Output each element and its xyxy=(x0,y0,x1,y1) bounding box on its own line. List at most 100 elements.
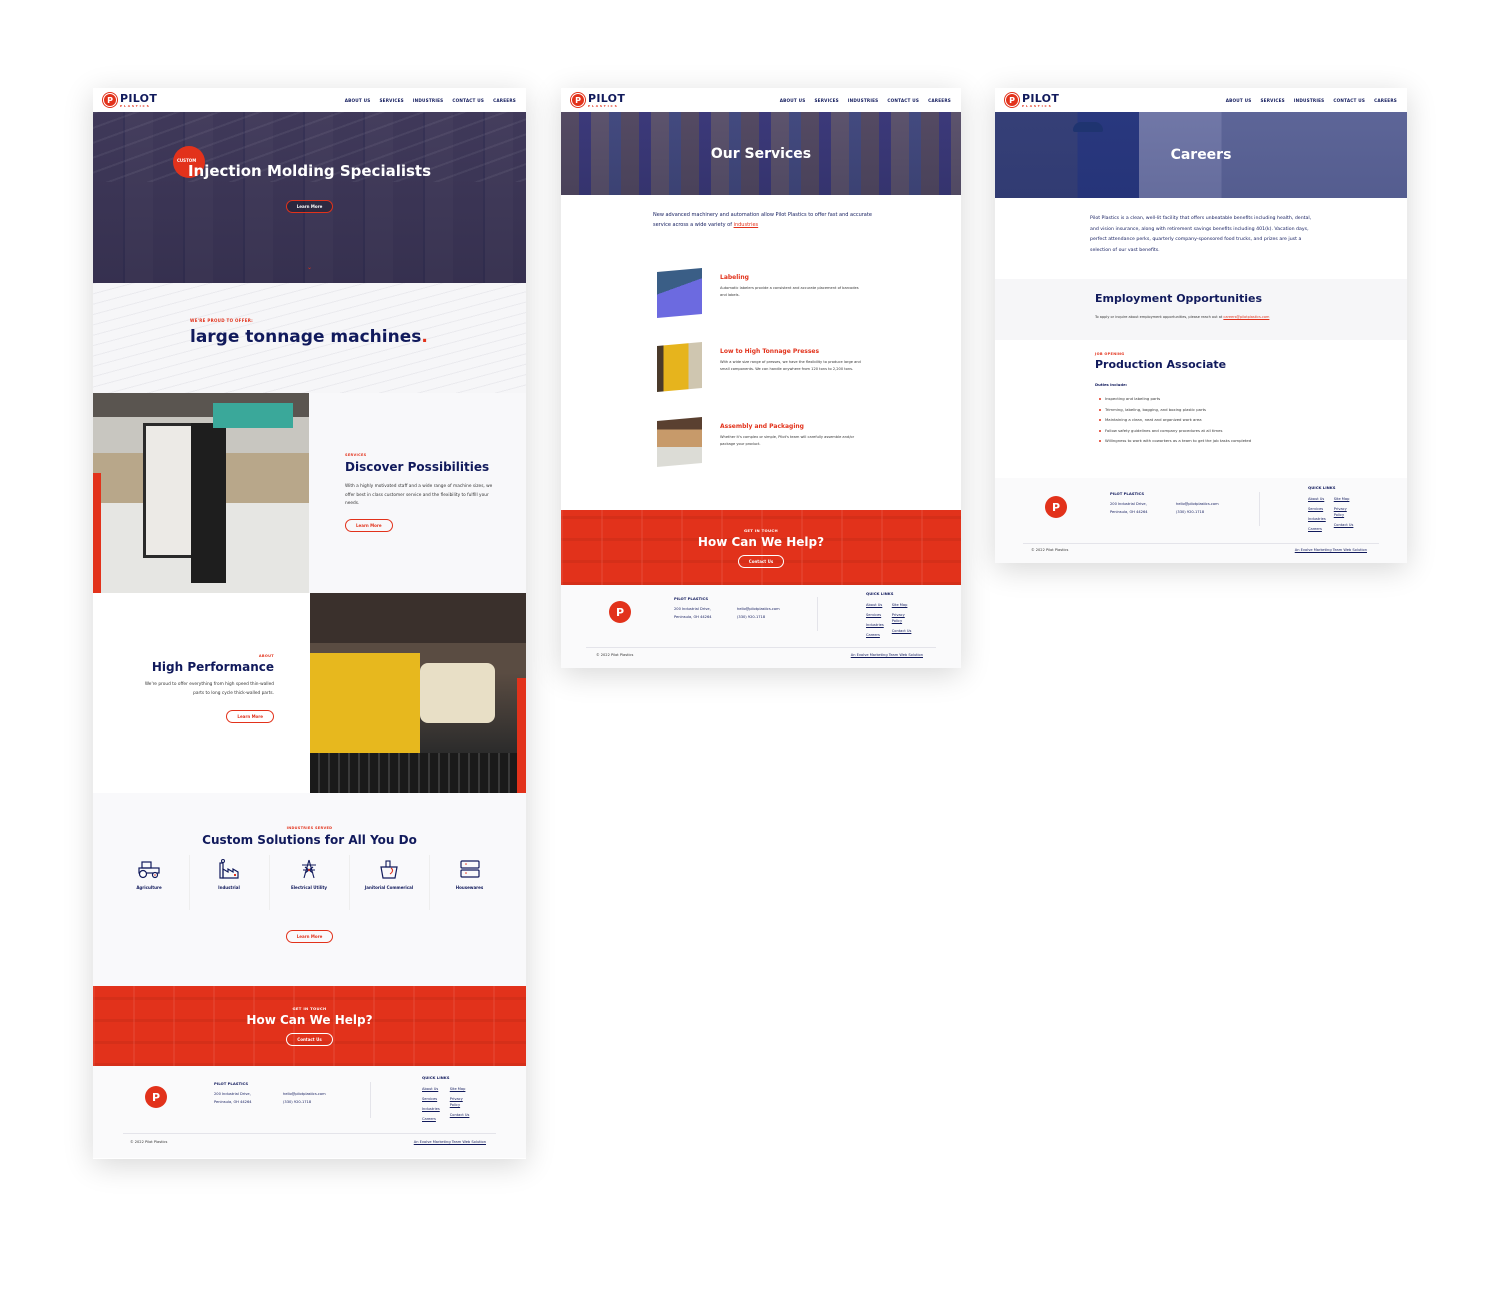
nav-about-us[interactable]: ABOUT US xyxy=(345,98,371,103)
logo-wordmark: PILOT xyxy=(588,91,626,105)
footer-link-privacy[interactable]: Privacy Policy xyxy=(892,612,914,624)
footer-link-sitemap[interactable]: Site Map xyxy=(450,1084,472,1094)
nav-industries[interactable]: INDUSTRIES xyxy=(413,98,443,103)
hero-title: Injection Molding Specialists xyxy=(187,162,432,180)
site-header: P PILOT PLASTICS ABOUT US SERVICES INDUS… xyxy=(93,88,526,112)
footer-email[interactable]: hello@pilotplastics.com xyxy=(283,1090,326,1098)
footer-email[interactable]: hello@pilotplastics.com xyxy=(1176,500,1219,508)
industries-learn-more-button[interactable]: Learn More xyxy=(285,930,334,943)
footer-link-careers[interactable]: Careers xyxy=(1308,524,1326,534)
industries-section: INDUSTRIES SERVED Custom Solutions for A… xyxy=(93,793,526,986)
nav-services[interactable]: SERVICES xyxy=(814,98,838,103)
footer-address-line1: 200 Industrial Drive, xyxy=(1110,502,1147,506)
logo[interactable]: P PILOT PLASTICS xyxy=(1005,93,1059,108)
nav-contact-us[interactable]: CONTACT US xyxy=(452,98,484,103)
nav-services[interactable]: SERVICES xyxy=(379,98,403,103)
footer-rule xyxy=(1023,543,1379,544)
quick-links-title: QUICK LINKS xyxy=(866,591,894,596)
nav-careers[interactable]: CAREERS xyxy=(493,98,516,103)
industries-link[interactable]: industries xyxy=(734,222,759,228)
employment-title: Employment Opportunities xyxy=(1095,292,1262,305)
footer-link-industries[interactable]: Industries xyxy=(866,620,884,630)
nav-careers[interactable]: CAREERS xyxy=(1374,98,1397,103)
hero-learn-more-button[interactable]: Learn More xyxy=(285,200,334,213)
employment-text-body: To apply or inquire about employment opp… xyxy=(1095,315,1223,319)
footer-address-line1: 200 Industrial Drive, xyxy=(214,1092,251,1096)
site-header: P PILOT PLASTICS ABOUT US SERVICES INDUS… xyxy=(561,88,961,112)
logo[interactable]: P PILOT PLASTICS xyxy=(571,93,625,108)
service-desc: With a wide size range of presses, we ha… xyxy=(720,360,861,371)
nav-industries[interactable]: INDUSTRIES xyxy=(848,98,878,103)
footer-copyright: © 2022 Pilot Plastics xyxy=(596,653,634,657)
nav-contact-us[interactable]: CONTACT US xyxy=(1333,98,1365,103)
hero-title: Our Services xyxy=(710,145,812,162)
duty-item: Trimming, labeling, bagging, and boxing … xyxy=(1099,405,1251,416)
footer-logo-icon[interactable]: P xyxy=(1045,496,1067,518)
services-body: With a highly motivated staff and a wide… xyxy=(345,484,493,506)
about-learn-more-button[interactable]: Learn More xyxy=(226,710,274,723)
footer-link-industries[interactable]: Industries xyxy=(422,1104,440,1114)
footer-phone[interactable]: (330) 920-1718 xyxy=(737,613,780,621)
home-hero: CUSTOM Injection Molding Specialists Lea… xyxy=(93,112,526,283)
services-learn-more-button[interactable]: Learn More xyxy=(345,519,393,532)
footer-link-contact[interactable]: Contact Us xyxy=(450,1110,472,1120)
footer-link-careers[interactable]: Careers xyxy=(422,1114,440,1124)
footer-copyright: © 2022 Pilot Plastics xyxy=(1031,548,1069,552)
cleaning-bucket-icon xyxy=(380,860,398,879)
footer-address: PILOT PLASTICS 200 Industrial Drive, Pen… xyxy=(214,1080,252,1106)
logo-mark-icon: P xyxy=(103,93,117,107)
footer-link-privacy[interactable]: Privacy Policy xyxy=(1334,506,1356,518)
footer-link-contact[interactable]: Contact Us xyxy=(892,626,914,636)
footer-link-services[interactable]: Services xyxy=(422,1094,440,1104)
main-nav: ABOUT US SERVICES INDUSTRIES CONTACT US … xyxy=(1226,98,1397,103)
logo[interactable]: P PILOT PLASTICS xyxy=(103,93,157,108)
chevron-down-icon[interactable]: ⌄ xyxy=(307,264,312,271)
footer-link-contact[interactable]: Contact Us xyxy=(1334,520,1356,530)
footer-link-about[interactable]: About Us xyxy=(422,1084,440,1094)
careers-email-link[interactable]: careers@pilotplastics.com xyxy=(1223,315,1269,319)
footer-credit-link[interactable]: An Evolve Marketing Team Web Solution xyxy=(1295,548,1367,552)
service-item-labeling: Labeling Automatic labelers provide a co… xyxy=(657,268,867,320)
footer-email[interactable]: hello@pilotplastics.com xyxy=(737,605,780,613)
offer-headline: large tonnage machines. xyxy=(190,327,428,347)
nav-industries[interactable]: INDUSTRIES xyxy=(1294,98,1324,103)
footer-link-about[interactable]: About Us xyxy=(866,600,884,610)
industry-agriculture[interactable]: Agriculture xyxy=(110,855,190,910)
nav-careers[interactable]: CAREERS xyxy=(928,98,951,103)
industry-industrial[interactable]: Industrial xyxy=(190,855,270,910)
contact-us-button[interactable]: Contact Us xyxy=(737,554,785,568)
offer-section: WE'RE PROUD TO OFFER: large tonnage mach… xyxy=(93,283,526,393)
factory-icon xyxy=(219,859,239,879)
main-nav: ABOUT US SERVICES INDUSTRIES CONTACT US … xyxy=(780,98,951,103)
industry-housewares[interactable]: Housewares xyxy=(430,855,510,910)
footer-link-services[interactable]: Services xyxy=(1308,504,1326,514)
services-hero: Our Services xyxy=(561,112,961,195)
footer-contact: hello@pilotplastics.com (330) 920-1718 xyxy=(1176,500,1219,516)
footer-logo-icon[interactable]: P xyxy=(145,1086,167,1108)
industry-label: Agriculture xyxy=(136,885,162,890)
tractor-icon xyxy=(138,861,160,879)
nav-about-us[interactable]: ABOUT US xyxy=(1226,98,1252,103)
industry-label: Housewares xyxy=(455,885,484,890)
contact-us-button[interactable]: Contact Us xyxy=(286,1033,333,1046)
nav-services[interactable]: SERVICES xyxy=(1260,98,1284,103)
nav-about-us[interactable]: ABOUT US xyxy=(780,98,806,103)
footer-credit-link[interactable]: An Evolve Marketing Team Web Solution xyxy=(851,653,923,657)
forklift-body xyxy=(143,423,198,558)
footer-link-about[interactable]: About Us xyxy=(1308,494,1326,504)
footer-link-careers[interactable]: Careers xyxy=(866,630,884,640)
footer-link-services[interactable]: Services xyxy=(866,610,884,620)
footer-link-sitemap[interactable]: Site Map xyxy=(892,600,914,610)
footer-phone[interactable]: (330) 920-1718 xyxy=(1176,508,1219,516)
industry-janitorial[interactable]: Janitorial Commerical xyxy=(350,855,430,910)
footer-credit-link[interactable]: An Evolve Marketing Team Web Solution xyxy=(414,1140,486,1144)
nav-contact-us[interactable]: CONTACT US xyxy=(887,98,919,103)
industry-electrical-utility[interactable]: Electrical Utility xyxy=(270,855,350,910)
site-header: P PILOT PLASTICS ABOUT US SERVICES INDUS… xyxy=(995,88,1407,112)
footer-link-sitemap[interactable]: Site Map xyxy=(1334,494,1356,504)
footer-phone[interactable]: (330) 920-1718 xyxy=(283,1098,326,1106)
footer-link-industries[interactable]: Industries xyxy=(1308,514,1326,524)
cta-title: How Can We Help? xyxy=(246,1013,373,1027)
footer-logo-icon[interactable]: P xyxy=(609,601,631,623)
footer-link-privacy[interactable]: Privacy Policy xyxy=(450,1096,472,1108)
